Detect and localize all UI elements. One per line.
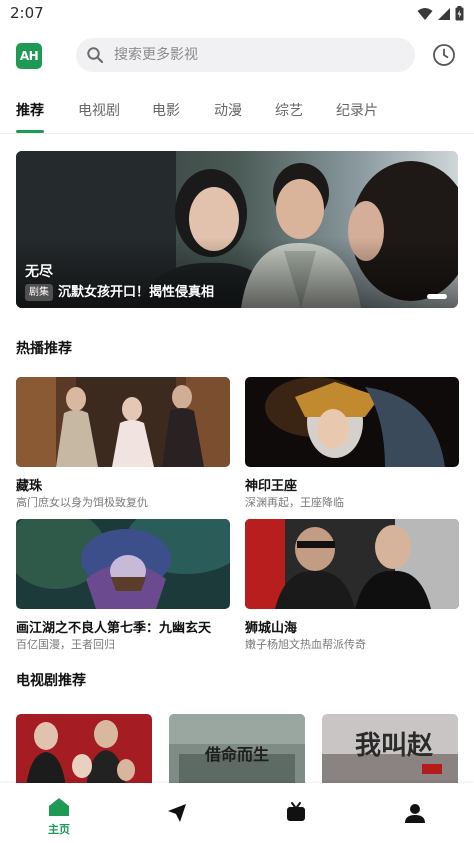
tab-indicator: [16, 130, 44, 133]
search-bar[interactable]: [76, 38, 415, 72]
send-icon: [168, 804, 186, 822]
tv-poster[interactable]: [16, 714, 152, 788]
home-icon: [49, 798, 69, 816]
featured-banner[interactable]: 无尽 剧集 沉默女孩开口！揭性侵真相: [16, 151, 458, 308]
poster-image: [16, 714, 152, 788]
banner-title: 无尽: [25, 264, 53, 280]
status-bar: 2:07: [0, 0, 474, 28]
signal-icon: [438, 7, 450, 20]
banner-subtitle: 沉默女孩开口！揭性侵真相: [58, 285, 215, 300]
card-thumbnail: [245, 377, 459, 467]
section-title-tv: 电视剧推荐: [16, 673, 86, 689]
wifi-icon: [417, 7, 433, 20]
poster-title-text: 借命而生: [204, 745, 269, 764]
card-thumbnail: [16, 377, 230, 467]
card-thumbnail: [16, 519, 230, 609]
nav-discover[interactable]: [118, 783, 236, 843]
status-time: 2:07: [10, 4, 44, 22]
tab-tv-series[interactable]: 电视剧: [78, 100, 120, 120]
card-description: 嫩子杨旭文热血帮派传奇: [245, 638, 366, 651]
poster-image: 我叫赵: [322, 714, 458, 788]
app-logo[interactable]: AH: [16, 43, 42, 69]
card-description: 深渊再起，王座降临: [245, 496, 344, 509]
history-icon[interactable]: [432, 43, 456, 67]
nav-profile[interactable]: [356, 783, 474, 843]
nav-home[interactable]: 主页: [0, 783, 118, 843]
poster-title-text: 我叫赵: [355, 731, 434, 761]
battery-icon: [455, 6, 464, 21]
app-screen: 2:07 AH 推荐 电视剧 电影 动漫 综艺 纪录片: [0, 0, 474, 843]
status-icons: [417, 6, 464, 21]
nav-home-label: 主页: [48, 823, 70, 836]
banner-badge: 剧集: [25, 284, 53, 301]
card-title: 藏珠: [16, 479, 43, 494]
tab-anime[interactable]: 动漫: [214, 100, 242, 120]
tab-variety[interactable]: 综艺: [275, 100, 303, 120]
banner-page-indicator: [427, 294, 447, 299]
tab-recommend[interactable]: 推荐: [16, 100, 44, 120]
tv-icon: [287, 802, 305, 821]
tv-poster[interactable]: 借命而生: [169, 714, 305, 788]
search-input[interactable]: [114, 38, 404, 72]
app-header: AH: [0, 36, 474, 76]
card-description: 高门庶女以身为饵极致复仇: [16, 496, 148, 509]
tab-movies[interactable]: 电影: [152, 100, 180, 120]
user-icon: [405, 804, 425, 823]
tv-poster[interactable]: 我叫赵: [322, 714, 458, 788]
search-icon: [87, 47, 104, 64]
bottom-navigation: 主页: [0, 783, 474, 843]
section-title-hot: 热播推荐: [16, 341, 72, 357]
card-title: 画江湖之不良人第七季：九幽玄天: [16, 621, 212, 636]
nav-tv[interactable]: [237, 783, 355, 843]
card-description: 百亿国漫，王者回归: [16, 638, 115, 651]
card-title: 神印王座: [245, 479, 298, 494]
tab-documentary[interactable]: 纪录片: [336, 100, 378, 120]
category-tabs: 推荐 电视剧 电影 动漫 综艺 纪录片: [0, 92, 474, 134]
card-thumbnail: [245, 519, 459, 609]
poster-image: 借命而生: [169, 714, 305, 788]
card-title: 狮城山海: [245, 621, 298, 636]
